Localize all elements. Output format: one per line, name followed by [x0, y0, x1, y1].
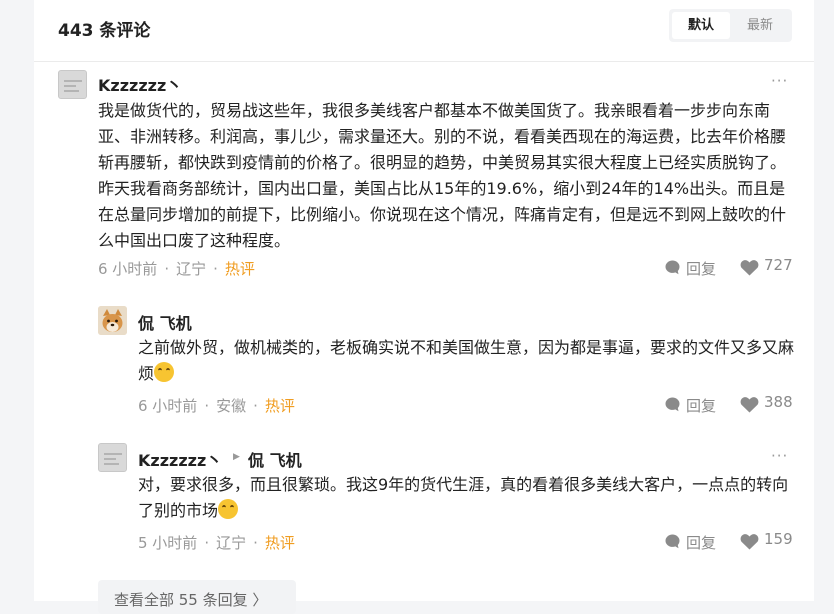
avatar[interactable]: [98, 443, 127, 472]
comment-text: 对，要求很多，而且很繁琐。我这9年的货代生涯，真的看着很多美线大客户，一点点的转…: [138, 472, 798, 524]
reply-icon[interactable]: [664, 533, 681, 550]
view-all-replies-button[interactable]: 查看全部 55 条回复 〉: [98, 580, 296, 614]
reply-button[interactable]: 回复: [686, 532, 716, 553]
hand-over-mouth-emoji-icon: [218, 499, 239, 519]
reply-arrow-icon: ▶: [233, 452, 240, 462]
comment-panel: 443 条评论 默认 最新 Kzzzzzz丶 ··· 我是做货代的，贸易战这些年…: [34, 0, 814, 614]
comment-time: 5 小时前: [138, 534, 198, 552]
reply-to-author[interactable]: 侃 飞机: [248, 447, 302, 471]
reply-item: Kzzzzzz丶 ▶ 侃 飞机 ··· 对，要求很多，而且很繁琐。我这9年的货代…: [34, 0, 814, 570]
like-heart-icon[interactable]: [740, 533, 759, 550]
like-count: 159: [764, 530, 793, 548]
comment-location: 辽宁: [216, 534, 247, 552]
comment-meta: 5 小时前 · 辽宁 · 热评: [138, 534, 295, 552]
comment-author[interactable]: Kzzzzzz丶: [138, 447, 222, 471]
more-options-icon[interactable]: ···: [771, 447, 788, 465]
hot-badge: 热评: [264, 534, 295, 552]
